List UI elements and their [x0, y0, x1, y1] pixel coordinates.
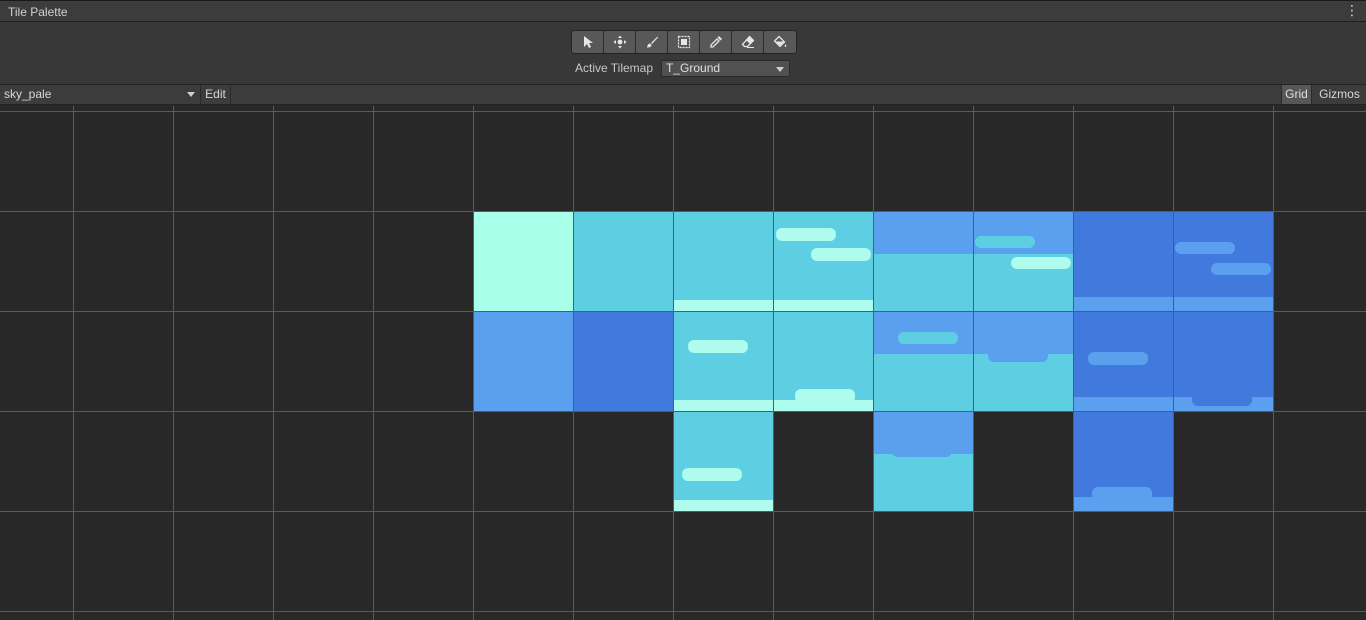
- grid-toggle-button[interactable]: Grid: [1281, 85, 1312, 104]
- palette-tile[interactable]: [773, 312, 873, 412]
- box-fill-tool-button[interactable]: [668, 31, 700, 53]
- active-tilemap-row: Active Tilemap T_Ground: [575, 58, 791, 78]
- active-tilemap-label: Active Tilemap: [575, 61, 654, 75]
- paint-bucket-icon: [773, 35, 787, 48]
- gizmos-toggle-button[interactable]: Gizmos: [1313, 85, 1366, 104]
- palette-tile[interactable]: [1073, 312, 1173, 412]
- palette-tile[interactable]: [873, 412, 973, 512]
- dropdown-caret-icon: [187, 92, 195, 97]
- erase-tool-button[interactable]: [732, 31, 764, 53]
- eyedropper-icon: [709, 36, 722, 48]
- palette-tile[interactable]: [673, 312, 773, 412]
- paint-tool-button[interactable]: [636, 31, 668, 53]
- brush-icon: [646, 36, 658, 48]
- palette-tile[interactable]: [773, 212, 873, 312]
- palette-tile[interactable]: [1073, 412, 1173, 512]
- toolbar-area: Active Tilemap T_Ground: [0, 22, 1366, 84]
- palette-bar: sky_pale Edit Grid Gizmos: [0, 84, 1366, 105]
- dropdown-caret-icon: [776, 66, 785, 72]
- palette-tile[interactable]: [573, 312, 673, 412]
- palette-grid: [0, 106, 1366, 620]
- select-tool-button[interactable]: [572, 31, 604, 53]
- palette-tile[interactable]: [473, 212, 573, 312]
- active-tilemap-dropdown[interactable]: T_Ground: [661, 59, 791, 77]
- move-tool-button[interactable]: [604, 31, 636, 53]
- palette-tile[interactable]: [1073, 212, 1173, 312]
- move-arrows-icon: [613, 35, 626, 49]
- palette-tile[interactable]: [1173, 312, 1273, 412]
- kebab-menu-icon[interactable]: ⋮: [1344, 3, 1360, 19]
- active-tilemap-value: T_Ground: [666, 60, 721, 75]
- palette-name: sky_pale: [4, 87, 52, 101]
- window-titlebar: Tile Palette ⋮: [0, 0, 1366, 22]
- edit-button[interactable]: Edit: [201, 85, 231, 104]
- palette-dropdown[interactable]: sky_pale: [0, 85, 201, 104]
- palette-tile[interactable]: [973, 212, 1073, 312]
- flood-fill-tool-button[interactable]: [764, 31, 796, 53]
- palette-grid-canvas[interactable]: [0, 106, 1366, 620]
- palette-tile[interactable]: [973, 312, 1073, 412]
- window-title: Tile Palette: [8, 5, 68, 19]
- palette-tile[interactable]: [473, 312, 573, 412]
- palette-tile[interactable]: [673, 412, 773, 512]
- picker-tool-button[interactable]: [700, 31, 732, 53]
- palette-tile[interactable]: [673, 212, 773, 312]
- arrow-cursor-icon: [583, 36, 593, 48]
- tool-strip: [571, 30, 797, 54]
- box-fill-icon: [677, 35, 690, 49]
- palette-tile[interactable]: [873, 212, 973, 312]
- eraser-icon: [741, 35, 754, 48]
- palette-tile[interactable]: [873, 312, 973, 412]
- palette-tile[interactable]: [1173, 212, 1273, 312]
- palette-tile[interactable]: [573, 212, 673, 312]
